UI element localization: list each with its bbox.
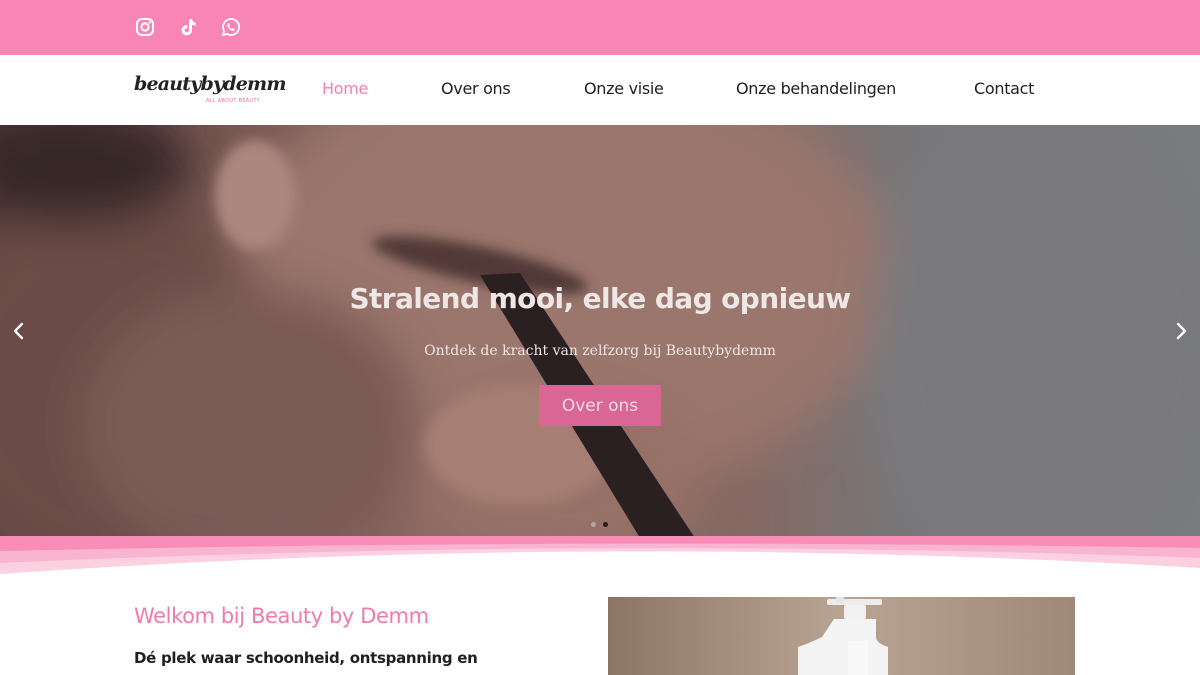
nav-item-onze-behandelingen[interactable]: Onze behandelingen (736, 79, 896, 98)
chevron-right-icon[interactable] (1169, 319, 1193, 343)
hero-overlay (0, 125, 1200, 538)
chevron-left-icon[interactable] (7, 319, 31, 343)
logo-tagline: ALL ABOUT BEAUTY (206, 98, 261, 104)
main-header: beautybydemm ALL ABOUT BEAUTY Home Over … (0, 55, 1200, 125)
slider-dot-active[interactable] (603, 522, 608, 527)
nav-item-over-ons[interactable]: Over ons (441, 79, 511, 98)
hero-over-ons-button[interactable]: Over ons (539, 385, 661, 426)
welcome-heading: Welkom bij Beauty by Demm (134, 604, 429, 628)
hero-title: Stralend mooi, elke dag opnieuw (349, 282, 851, 315)
slider-dot[interactable] (591, 522, 596, 527)
tiktok-icon[interactable] (178, 17, 198, 37)
nav-item-home[interactable]: Home (322, 79, 368, 98)
hero-subtitle: Ontdek de kracht van zelfzorg bij Beauty… (424, 343, 776, 359)
logo-wordmark: beautybydemm (134, 73, 286, 95)
whatsapp-icon[interactable] (221, 17, 241, 37)
nav-item-contact[interactable]: Contact (974, 79, 1034, 98)
brand-logo[interactable]: beautybydemm ALL ABOUT BEAUTY (134, 73, 286, 109)
welcome-intro-text: Dé plek waar schoonheid, ontspanning en (134, 649, 478, 667)
nav-item-onze-visie[interactable]: Onze visie (584, 79, 664, 98)
slider-pagination (589, 522, 611, 528)
hero-slider: Stralend mooi, elke dag opnieuw Ontdek d… (0, 125, 1200, 538)
pink-wave-divider (0, 536, 1200, 576)
instagram-icon[interactable] (135, 17, 155, 37)
social-topbar (0, 0, 1200, 55)
product-photo (608, 597, 1075, 675)
